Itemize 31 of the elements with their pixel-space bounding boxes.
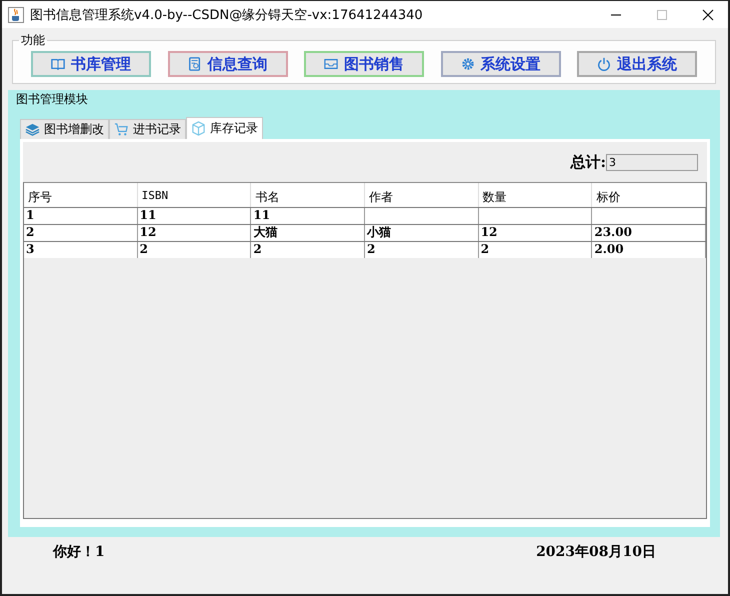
table-cell: 2	[478, 242, 592, 258]
function-button[interactable]: 退出系统	[577, 51, 697, 77]
greeting-text: 你好！1	[53, 543, 105, 561]
java-cup-icon	[8, 6, 24, 22]
cart-icon	[114, 122, 129, 137]
table-cell: 2.00	[592, 242, 706, 258]
tab[interactable]: 库存记录	[186, 117, 263, 139]
table-cell: 2	[138, 242, 252, 258]
table-cell: 3	[24, 242, 138, 258]
group-title: 功能	[20, 32, 46, 49]
document-search-icon	[188, 57, 202, 71]
close-icon[interactable]	[702, 8, 714, 20]
power-icon	[597, 57, 611, 71]
total-label: 总计:	[570, 152, 606, 172]
function-button[interactable]: 系统设置	[440, 51, 560, 77]
tab[interactable]: 进书记录	[109, 119, 186, 139]
total-field[interactable]: 3	[606, 154, 698, 170]
box-icon	[191, 121, 206, 136]
table-cell: 2	[251, 242, 366, 258]
function-button[interactable]: 图书销售	[304, 51, 424, 77]
window-title: 图书信息管理系统v4.0-by--CSDN@缘分锝天空-vx:17641244340	[30, 6, 423, 24]
tab[interactable]: 图书增删改	[20, 119, 109, 139]
function-button[interactable]: 书库管理	[31, 51, 151, 77]
date-text: 2023年08月10日	[536, 543, 656, 561]
module-title: 图书管理模块	[15, 91, 89, 108]
book-icon	[51, 57, 65, 71]
layers-icon	[25, 122, 40, 137]
settings-icon	[460, 57, 474, 71]
table-cell: 2	[365, 242, 479, 258]
function-button[interactable]: 信息查询	[168, 51, 288, 77]
tray-icon	[324, 57, 338, 71]
